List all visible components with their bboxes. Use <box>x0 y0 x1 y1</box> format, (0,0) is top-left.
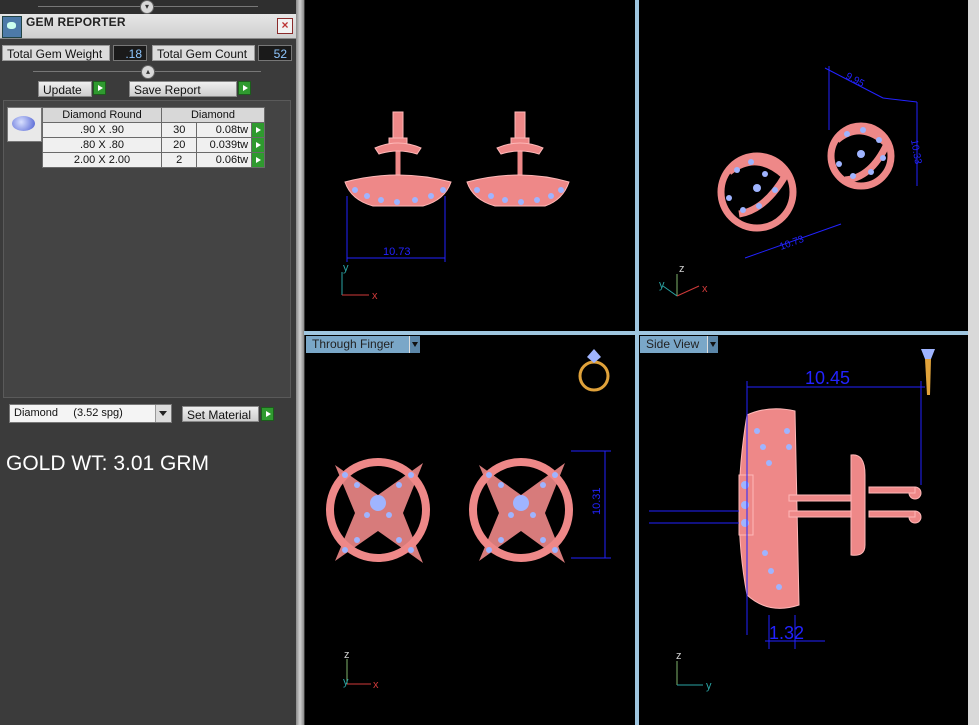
gem-weight: 0.06tw <box>196 152 253 168</box>
diamond-gem-thumbnail-icon[interactable] <box>7 107 42 142</box>
viewport-perspective[interactable]: 9.95 10.33 10.73 z y x <box>639 0 968 331</box>
svg-text:x: x <box>373 679 379 691</box>
front-dimension-label: 10.73 <box>383 246 411 258</box>
earring-side-icon <box>921 349 935 395</box>
gem-reporter-icon <box>2 16 22 38</box>
perspective-dimension-3: 10.73 <box>778 234 806 253</box>
viewport-separator-vertical[interactable] <box>635 0 639 725</box>
material-select[interactable]: Diamond (3.52 spg) <box>9 404 172 423</box>
gem-list-area: Diamond Round Diamond .90 X .90 30 0.08t… <box>3 100 291 398</box>
gem-weight: 0.08tw <box>196 122 253 138</box>
perspective-dimension-2: 10.33 <box>908 139 923 166</box>
set-material-button[interactable]: Set Material <box>182 406 259 422</box>
panel-splitter[interactable] <box>296 0 304 725</box>
gold-weight-text: GOLD WT: 3.01 GRM <box>6 452 210 475</box>
viewport-side-view[interactable]: Side View 10.45 1.32 z y <box>639 335 968 725</box>
through-finger-dimension: 10.31 <box>591 487 603 515</box>
gem-weight: 0.039tw <box>196 137 253 153</box>
row-go-icon[interactable] <box>251 122 265 138</box>
chevron-down-icon[interactable] <box>155 405 171 422</box>
svg-text:z: z <box>676 650 682 662</box>
panel-top-strip: ▾ <box>0 0 296 14</box>
table-row[interactable]: .90 X .90 30 0.08tw <box>42 122 265 138</box>
set-material-go-icon[interactable] <box>261 407 274 421</box>
total-gem-count-label: Total Gem Count <box>152 45 255 61</box>
side-view-drawing: 10.45 1.32 z y <box>649 349 935 692</box>
title-bar: GEM REPORTER × <box>0 14 296 39</box>
update-go-icon[interactable] <box>93 81 106 95</box>
front-view-drawing: 10.73 y x <box>341 111 570 302</box>
header-shape: Diamond Round <box>42 107 162 123</box>
row-go-icon[interactable] <box>251 137 265 153</box>
update-button[interactable]: Update <box>38 81 92 97</box>
svg-text:y: y <box>659 279 665 291</box>
gem-size: 2.00 X 2.00 <box>42 152 162 168</box>
gem-count: 30 <box>160 122 198 138</box>
total-gem-weight-label: Total Gem Weight <box>2 45 110 61</box>
side-view-dimension-width: 10.45 <box>805 368 850 388</box>
svg-text:z: z <box>344 649 350 661</box>
table-row[interactable]: 2.00 X 2.00 2 0.06tw <box>42 152 265 168</box>
svg-text:y: y <box>706 680 712 692</box>
svg-text:z: z <box>679 263 685 275</box>
collapse-middle-button[interactable]: ▴ <box>141 65 155 79</box>
gem-reporter-panel: ▾ GEM REPORTER × Total Gem Weight .18 To… <box>0 0 296 725</box>
gem-table: Diamond Round Diamond .90 X .90 30 0.08t… <box>42 107 265 168</box>
row-go-icon[interactable] <box>251 152 265 168</box>
gem-size: .80 X .80 <box>42 137 162 153</box>
side-view-dimension-depth: 1.32 <box>769 623 804 643</box>
table-row[interactable]: .80 X .80 20 0.039tw <box>42 137 265 153</box>
close-button[interactable]: × <box>277 18 293 34</box>
svg-text:x: x <box>702 283 708 295</box>
ring-icon <box>578 349 610 392</box>
viewport-separator-horizontal[interactable] <box>304 331 979 335</box>
gem-count: 20 <box>160 137 198 153</box>
header-material: Diamond <box>161 107 265 123</box>
svg-text:y: y <box>343 676 349 688</box>
gem-count: 2 <box>160 152 198 168</box>
material-select-value: Diamond (3.52 spg) <box>14 407 123 419</box>
gem-size: .90 X .90 <box>42 122 162 138</box>
svg-text:x: x <box>372 290 378 302</box>
save-report-button[interactable]: Save Report <box>129 81 237 97</box>
collapse-top-button[interactable]: ▾ <box>140 0 154 14</box>
svg-text:y: y <box>343 262 349 274</box>
total-gem-weight-value: .18 <box>113 45 147 61</box>
total-gem-count-value: 52 <box>258 45 292 61</box>
perspective-view-drawing: 9.95 10.33 10.73 z y x <box>659 66 923 297</box>
viewport-through-finger[interactable]: Through Finger 10.31 z y x <box>305 335 635 725</box>
gem-table-header: Diamond Round Diamond <box>42 107 265 123</box>
save-report-go-icon[interactable] <box>238 81 251 95</box>
viewport-front[interactable]: 10.73 y x <box>305 0 635 331</box>
panel-title: GEM REPORTER <box>26 15 126 29</box>
right-border <box>968 0 979 725</box>
through-finger-drawing: 10.31 z y x <box>326 349 611 691</box>
